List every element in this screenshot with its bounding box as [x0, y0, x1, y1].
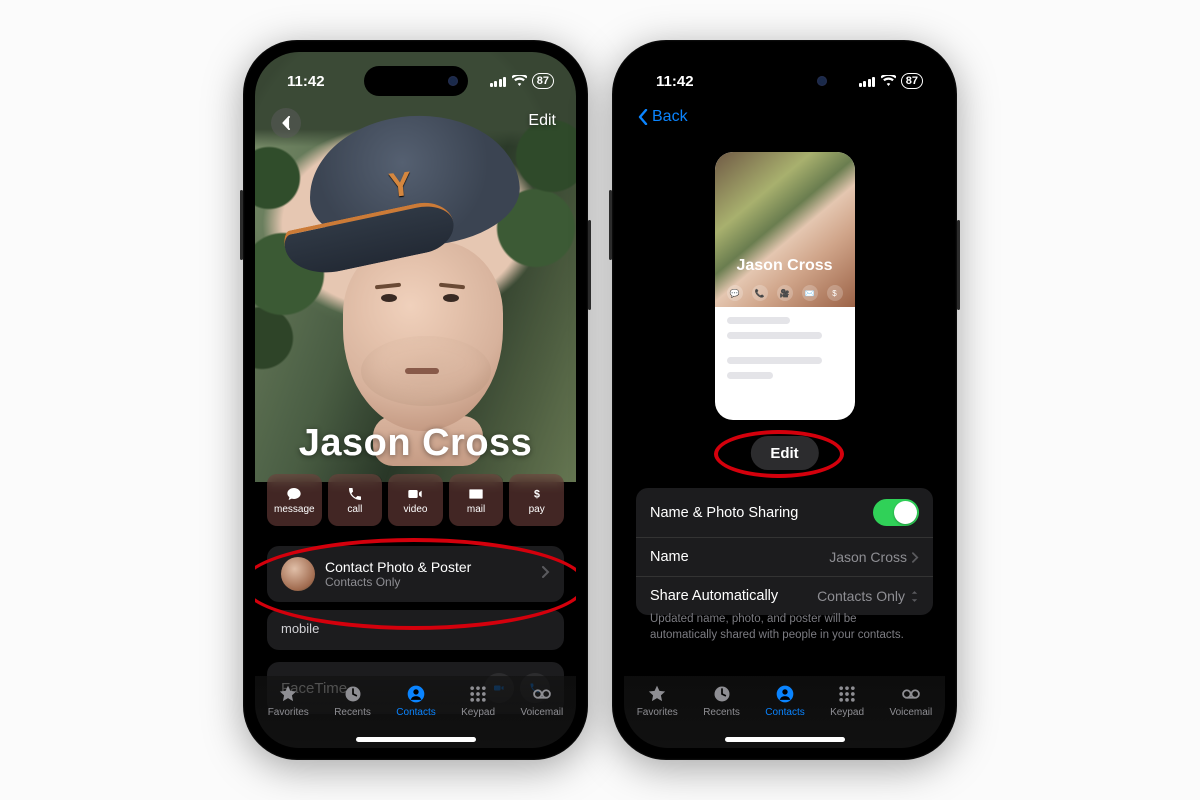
sharing-toggle-row[interactable]: Name & Photo Sharing — [636, 488, 933, 537]
signal-icon — [490, 76, 507, 87]
mail-icon — [467, 486, 485, 502]
signal-icon — [859, 76, 876, 87]
home-indicator[interactable] — [725, 737, 845, 742]
back-label: Back — [652, 108, 688, 126]
name-row[interactable]: Name Jason Cross — [636, 537, 933, 576]
iphone-right: 11:42 87 Back Jason Cross 💬📞🎥✉️$ — [612, 40, 957, 760]
chevron-right-icon — [542, 565, 550, 583]
tab-favorites[interactable]: Favorites — [631, 684, 684, 718]
row-subtitle: Contacts Only — [325, 575, 471, 589]
video-icon — [406, 486, 424, 502]
setting-value: Jason Cross — [829, 549, 919, 565]
setting-label: Name & Photo Sharing — [650, 505, 798, 521]
preview-action-icons: 💬📞🎥✉️$ — [715, 285, 855, 301]
message-action[interactable]: message — [267, 474, 322, 526]
tab-label: Favorites — [637, 707, 678, 718]
wifi-icon — [512, 75, 527, 87]
quick-actions: message call video mail $ pay — [267, 474, 564, 526]
tab-recents[interactable]: Recents — [697, 684, 746, 718]
tab-label: Recents — [703, 707, 740, 718]
tab-label: Favorites — [268, 707, 309, 718]
tab-contacts[interactable]: Contacts — [759, 684, 810, 718]
tab-keypad[interactable]: Keypad — [824, 684, 870, 718]
action-label: call — [347, 504, 362, 515]
tab-voicemail[interactable]: Voicemail — [883, 684, 938, 718]
action-label: pay — [529, 504, 545, 515]
bubble-icon — [285, 486, 303, 502]
status-time: 11:42 — [287, 73, 325, 90]
wifi-icon — [881, 75, 896, 87]
setting-label: Share Automatically — [650, 588, 778, 604]
mail-action[interactable]: mail — [449, 474, 504, 526]
back-button[interactable]: Back — [638, 108, 688, 126]
video-action[interactable]: video — [388, 474, 443, 526]
call-action[interactable]: call — [328, 474, 383, 526]
status-time: 11:42 — [656, 73, 694, 90]
sharing-settings-card: Name & Photo Sharing Name Jason Cross Shar… — [636, 488, 933, 615]
tab-label: Recents — [334, 707, 371, 718]
tab-contacts[interactable]: Contacts — [390, 684, 441, 718]
tab-voicemail[interactable]: Voicemail — [514, 684, 569, 718]
chevron-right-icon — [912, 552, 919, 563]
iphone-left: 11:42 87 Y Edit Jason Cross — [243, 40, 588, 760]
dynamic-island — [364, 66, 468, 96]
mobile-label: mobile — [281, 621, 319, 636]
screen-contact-card: 11:42 87 Y Edit Jason Cross — [255, 52, 576, 748]
pay-icon: $ — [528, 486, 546, 502]
action-label: mail — [467, 504, 485, 515]
tab-favorites[interactable]: Favorites — [262, 684, 315, 718]
battery-indicator: 87 — [901, 73, 923, 89]
mobile-number-row[interactable]: mobile — [267, 610, 564, 650]
tab-label: Contacts — [396, 707, 435, 718]
tab-label: Keypad — [461, 707, 495, 718]
chevron-left-icon — [638, 109, 648, 125]
setting-value: Contacts Only — [817, 588, 919, 604]
avatar-icon — [281, 557, 315, 591]
preview-name: Jason Cross — [715, 257, 855, 275]
svg-text:$: $ — [534, 488, 540, 500]
poster-preview[interactable]: Jason Cross 💬📞🎥✉️$ — [715, 152, 855, 420]
phone-icon — [346, 486, 364, 502]
sharing-footnote: Updated name, photo, and poster will be … — [650, 612, 919, 643]
edit-button[interactable]: Edit — [528, 112, 556, 130]
screen-sharing-settings: 11:42 87 Back Jason Cross 💬📞🎥✉️$ — [624, 52, 945, 748]
tab-keypad[interactable]: Keypad — [455, 684, 501, 718]
tab-label: Contacts — [765, 707, 804, 718]
home-indicator[interactable] — [356, 737, 476, 742]
row-title: Contact Photo & Poster — [325, 559, 471, 575]
edit-poster-button[interactable]: Edit — [750, 436, 818, 470]
contact-name: Jason Cross — [255, 422, 576, 465]
back-button[interactable] — [271, 108, 301, 138]
pay-action[interactable]: $ pay — [509, 474, 564, 526]
setting-label: Name — [650, 549, 689, 565]
contact-photo-poster-row[interactable]: Contact Photo & Poster Contacts Only — [267, 546, 564, 602]
tab-recents[interactable]: Recents — [328, 684, 377, 718]
toggle-switch[interactable] — [873, 499, 919, 526]
action-label: video — [404, 504, 428, 515]
updown-icon — [910, 590, 919, 603]
tab-label: Voicemail — [889, 707, 932, 718]
dynamic-island — [733, 66, 837, 96]
action-label: message — [274, 504, 315, 515]
tab-label: Keypad — [830, 707, 864, 718]
tab-label: Voicemail — [520, 707, 563, 718]
cap-logo: Y — [387, 165, 414, 206]
share-auto-row[interactable]: Share Automatically Contacts Only — [636, 576, 933, 615]
battery-indicator: 87 — [532, 73, 554, 89]
